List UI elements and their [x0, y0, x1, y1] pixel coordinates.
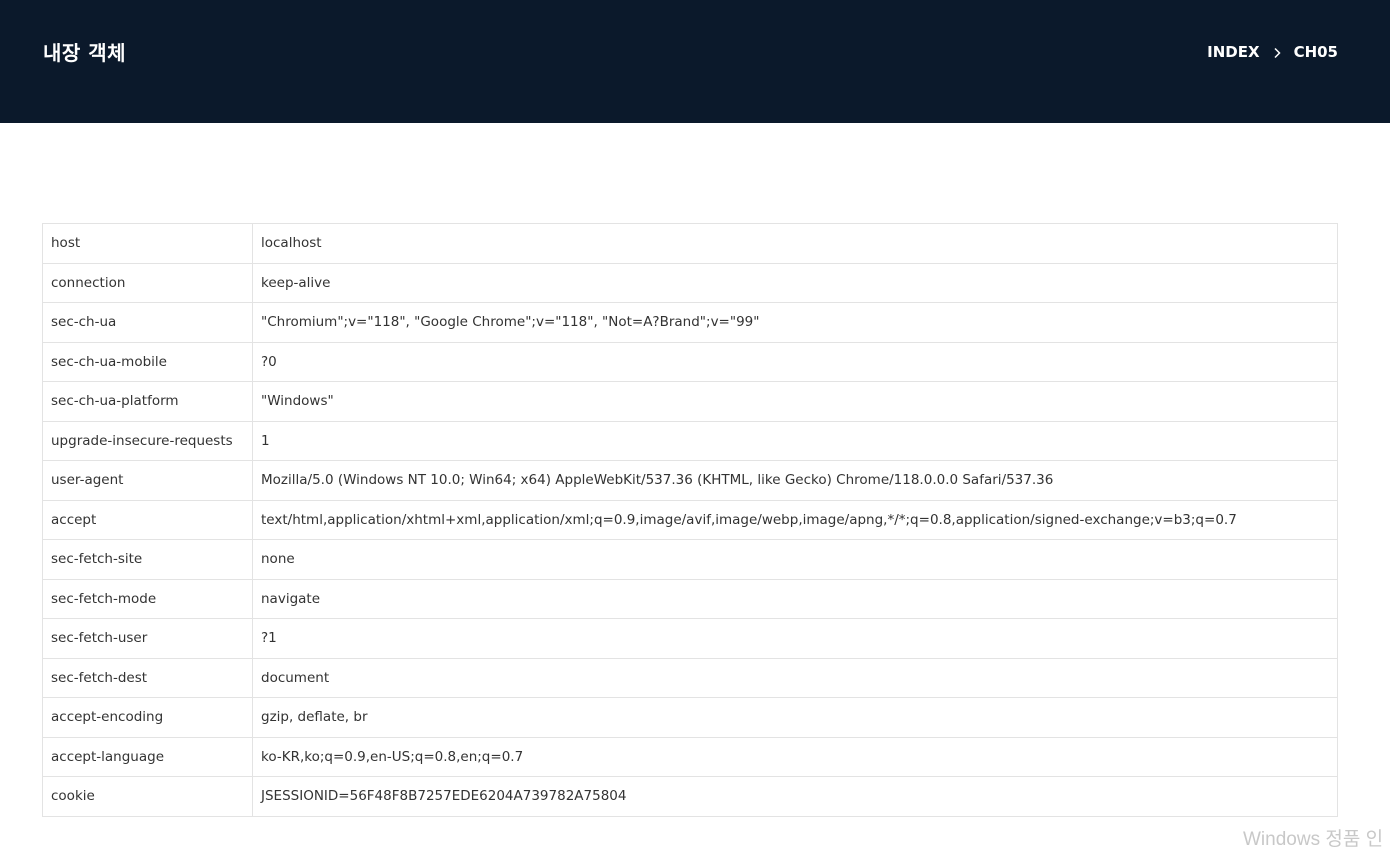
- table-row: sec-fetch-dest document: [42, 657, 1338, 698]
- header-value-cell: "Windows": [252, 381, 1338, 422]
- table-row: upgrade-insecure-requests 1: [42, 420, 1338, 461]
- table-row: sec-ch-ua-mobile ?0: [42, 341, 1338, 382]
- header-name-cell: accept: [42, 499, 253, 540]
- header-value-cell: "Chromium";v="118", "Google Chrome";v="1…: [252, 302, 1338, 343]
- table-row: connection keep-alive: [42, 262, 1338, 303]
- header-value-cell: none: [252, 539, 1338, 580]
- header-name-cell: sec-fetch-site: [42, 539, 253, 580]
- header-name-cell: upgrade-insecure-requests: [42, 420, 253, 461]
- page-title: 내장 객체: [43, 41, 127, 65]
- header-value-cell: text/html,application/xhtml+xml,applicat…: [252, 499, 1338, 540]
- header-value-cell: ?0: [252, 341, 1338, 382]
- header-name-cell: connection: [42, 262, 253, 303]
- header-name-cell: sec-fetch-mode: [42, 578, 253, 619]
- header-name-cell: host: [42, 223, 253, 264]
- table-row: sec-fetch-user ?1: [42, 618, 1338, 659]
- table-row: cookie JSESSIONID=56F48F8B7257EDE6204A739…: [42, 776, 1338, 817]
- header-name-cell: accept-language: [42, 736, 253, 777]
- table-row: user-agent Mozilla/5.0 (Windows NT 10.0; …: [42, 460, 1338, 501]
- table-body: host localhost connection keep-alive sec-ch-…: [42, 223, 1338, 817]
- header-name-cell: sec-ch-ua-mobile: [42, 341, 253, 382]
- table-row: sec-fetch-site none: [42, 539, 1338, 580]
- header-value-cell: keep-alive: [252, 262, 1338, 303]
- header-value-cell: 1: [252, 420, 1338, 461]
- table-row: sec-ch-ua "Chromium";v="118", "Google Chr…: [42, 302, 1338, 343]
- breadcrumb-link-ch05[interactable]: CH05: [1294, 43, 1338, 61]
- page-header: 내장 객체 INDEX CH05: [0, 0, 1390, 123]
- header-value-cell: JSESSIONID=56F48F8B7257EDE6204A739782A75…: [252, 776, 1338, 817]
- table-row: accept-language ko-KR,ko;q=0.9,en-US;q=0.…: [42, 736, 1338, 777]
- table-row: accept-encoding gzip, deflate, br: [42, 697, 1338, 738]
- table-row: host localhost: [42, 223, 1338, 264]
- header-name-cell: sec-ch-ua: [42, 302, 253, 343]
- breadcrumb: INDEX CH05: [1207, 43, 1338, 61]
- header-name-cell: cookie: [42, 776, 253, 817]
- header-value-cell: ?1: [252, 618, 1338, 659]
- header-value-cell: gzip, deflate, br: [252, 697, 1338, 738]
- request-headers-table: host localhost connection keep-alive sec-ch-…: [42, 223, 1338, 817]
- chevron-right-icon: [1260, 43, 1294, 61]
- header-name-cell: sec-ch-ua-platform: [42, 381, 253, 422]
- header-value-cell: ko-KR,ko;q=0.9,en-US;q=0.8,en;q=0.7: [252, 736, 1338, 777]
- header-value-cell: document: [252, 657, 1338, 698]
- breadcrumb-link-index[interactable]: INDEX: [1207, 43, 1259, 61]
- header-name-cell: sec-fetch-dest: [42, 657, 253, 698]
- table-row: sec-ch-ua-platform "Windows": [42, 381, 1338, 422]
- table-row: accept text/html,application/xhtml+xml,ap…: [42, 499, 1338, 540]
- header-value-cell: localhost: [252, 223, 1338, 264]
- header-value-cell: Mozilla/5.0 (Windows NT 10.0; Win64; x64…: [252, 460, 1338, 501]
- header-name-cell: user-agent: [42, 460, 253, 501]
- header-value-cell: navigate: [252, 578, 1338, 619]
- windows-activation-watermark: Windows 정품 인: [1243, 829, 1384, 850]
- header-name-cell: sec-fetch-user: [42, 618, 253, 659]
- table-row: sec-fetch-mode navigate: [42, 578, 1338, 619]
- header-name-cell: accept-encoding: [42, 697, 253, 738]
